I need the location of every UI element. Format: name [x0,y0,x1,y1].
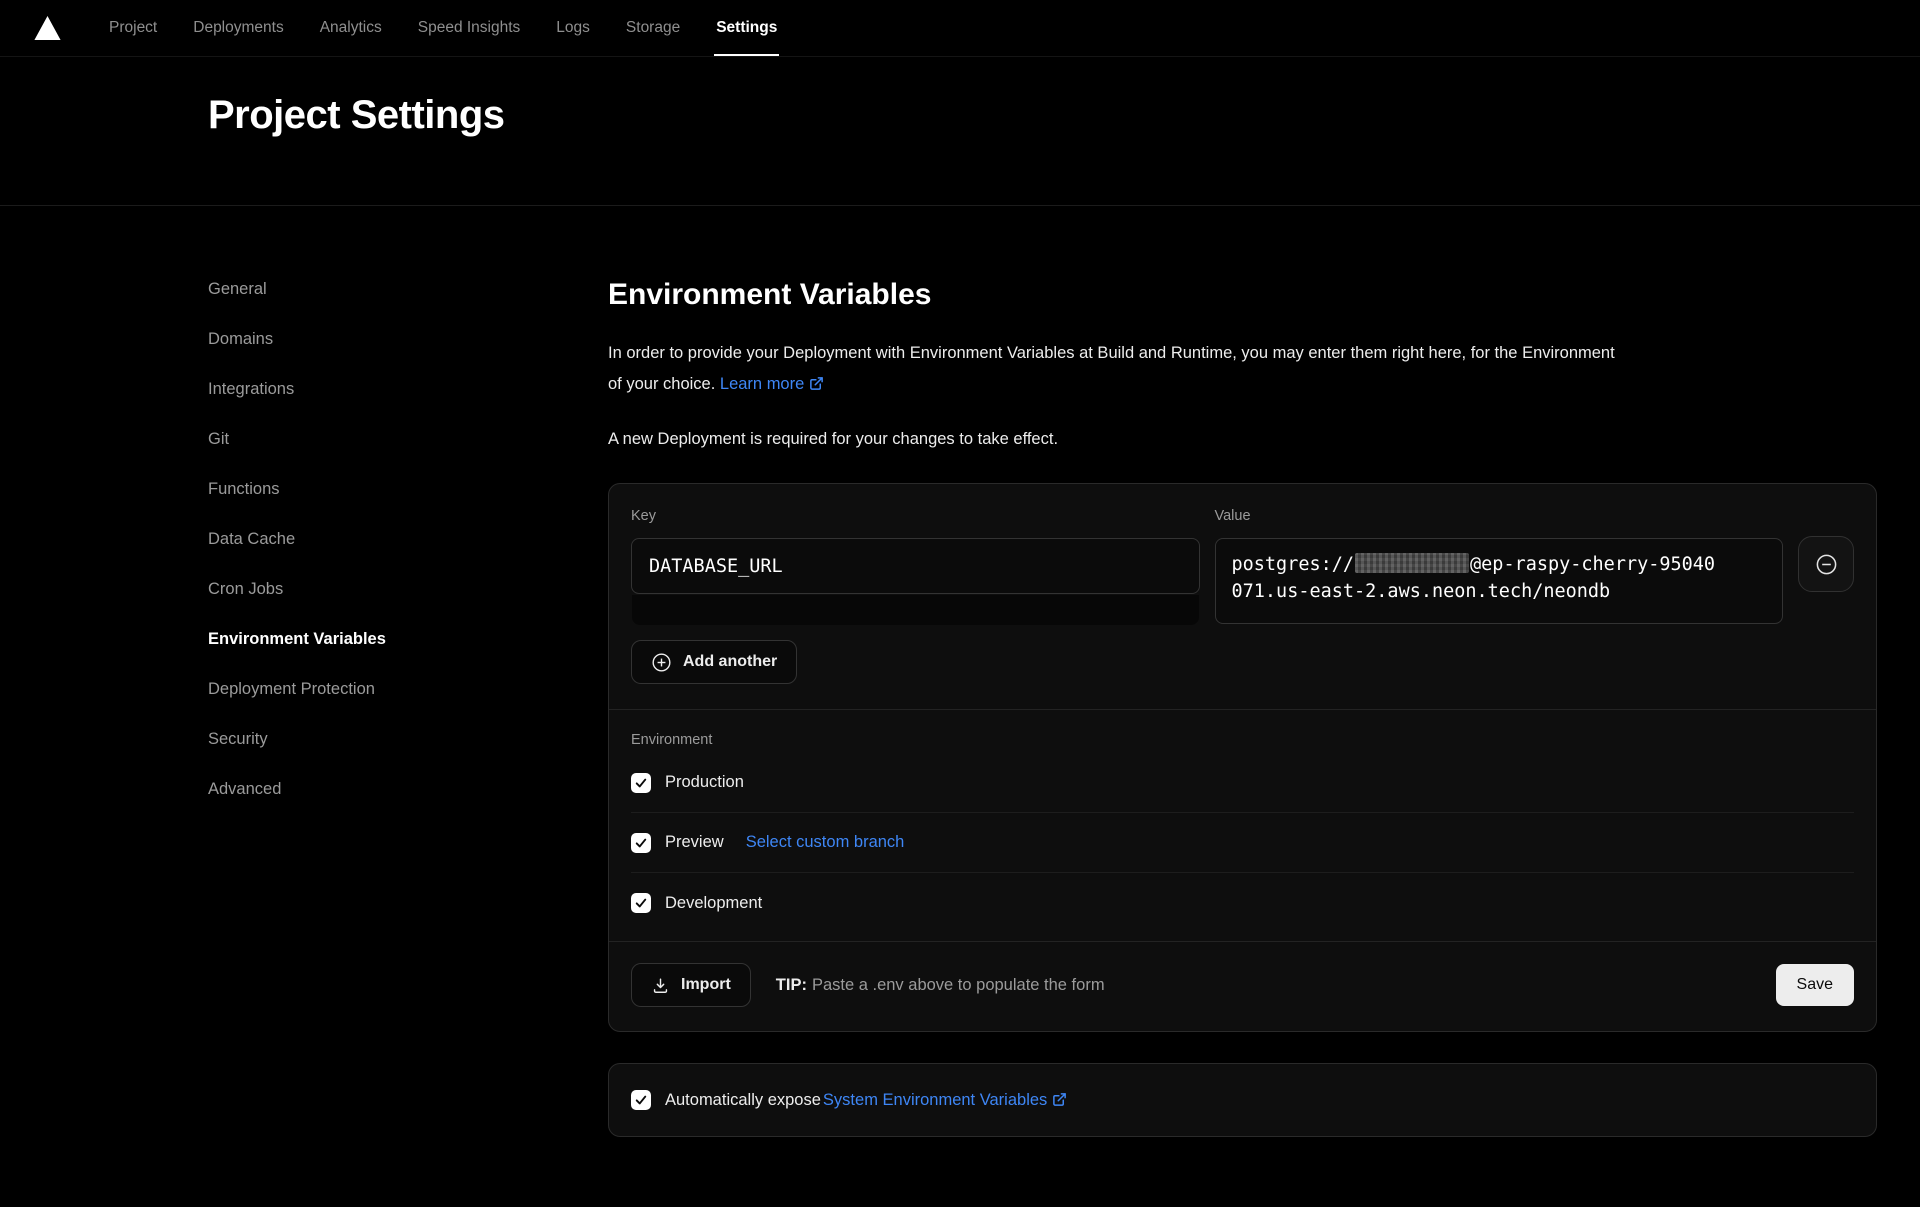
external-link-icon [1052,1092,1067,1107]
tab-speed-insights[interactable]: Speed Insights [400,0,539,56]
auto-expose-card: Automatically expose System Environment … [608,1063,1877,1137]
sidebar-item-environment-variables[interactable]: Environment Variables [208,628,608,651]
sidebar-item-advanced[interactable]: Advanced [208,778,608,801]
learn-more-link[interactable]: Learn more [720,375,824,393]
nav-tabs: Project Deployments Analytics Speed Insi… [91,0,795,56]
circle-minus-icon [1815,553,1838,576]
preview-checkbox[interactable] [631,833,651,853]
sidebar-item-deployment-protection[interactable]: Deployment Protection [208,678,608,701]
download-icon [651,976,670,995]
auto-expose-text: Automatically expose [665,1091,821,1110]
description-line2: of your choice. [608,375,715,393]
env-var-form-card: Key DATABASE_URL Value postgres:// @ep-ra… [608,483,1877,1032]
sidebar-item-security[interactable]: Security [208,728,608,751]
redacted-credentials-block [1355,553,1469,573]
redeploy-note: A new Deployment is required for your ch… [608,430,1877,449]
card-footer: Import TIP:Paste a .env above to populat… [631,942,1854,1007]
sidebar-item-cron-jobs[interactable]: Cron Jobs [208,578,608,601]
external-link-icon [809,376,824,391]
sidebar-item-git[interactable]: Git [208,428,608,451]
tab-storage[interactable]: Storage [608,0,698,56]
key-field-group: Key DATABASE_URL [631,504,1200,625]
circle-plus-icon [651,652,672,673]
add-another-button[interactable]: Add another [631,640,797,684]
tab-project[interactable]: Project [91,0,175,56]
checkmark-icon [635,1094,647,1106]
tab-logs[interactable]: Logs [538,0,608,56]
checkmark-icon [635,897,647,909]
system-env-vars-link[interactable]: System Environment Variables [823,1091,1067,1110]
env-row-preview: Preview Select custom branch [631,813,1854,873]
value-prefix: postgres:// [1232,554,1355,575]
tab-deployments[interactable]: Deployments [175,0,301,56]
environment-variables-section: Environment Variables In order to provid… [608,278,1877,1137]
key-input[interactable]: DATABASE_URL [631,538,1200,594]
section-description: In order to provide your Deployment with… [608,338,1877,400]
card-divider [609,709,1876,710]
sidebar-item-integrations[interactable]: Integrations [208,378,608,401]
vercel-logo-icon[interactable] [34,0,61,56]
value-input[interactable]: postgres:// @ep-raspy-cherry-95040 071.us-… [1215,538,1784,624]
tab-settings[interactable]: Settings [698,0,795,56]
env-row-development: Development [631,873,1854,933]
remove-cell [1798,504,1854,625]
import-button[interactable]: Import [631,963,751,1007]
key-label: Key [631,508,1200,524]
tab-analytics[interactable]: Analytics [302,0,400,56]
key-suggestion-panel [632,595,1199,625]
auto-expose-checkbox[interactable] [631,1090,651,1110]
preview-label: Preview [665,833,724,852]
section-heading: Environment Variables [608,278,1877,312]
page-title: Project Settings [208,93,1920,138]
description-line1: In order to provide your Deployment with… [608,344,1615,362]
tip-text: TIP:Paste a .env above to populate the f… [776,976,1105,995]
page-header: Project Settings [0,57,1920,206]
sidebar-item-domains[interactable]: Domains [208,328,608,351]
checkmark-icon [635,837,647,849]
production-checkbox[interactable] [631,773,651,793]
value-field-group: Value postgres:// @ep-raspy-cherry-95040 0… [1215,504,1784,625]
select-custom-branch-link[interactable]: Select custom branch [746,833,905,852]
save-button[interactable]: Save [1776,964,1854,1006]
value-label: Value [1215,508,1784,524]
production-label: Production [665,773,744,792]
environment-label: Environment [631,732,1854,748]
checkmark-icon [635,777,647,789]
remove-row-button[interactable] [1798,536,1854,592]
environment-rows: Production Preview Select custom branch … [631,753,1854,933]
top-navigation: Project Deployments Analytics Speed Insi… [0,0,1920,57]
env-row-production: Production [631,753,1854,813]
development-checkbox[interactable] [631,893,651,913]
sidebar-item-data-cache[interactable]: Data Cache [208,528,608,551]
sidebar-item-functions[interactable]: Functions [208,478,608,501]
value-line1-rest: @ep-raspy-cherry-95040 [1470,554,1715,575]
development-label: Development [665,894,762,913]
sidebar-item-general[interactable]: General [208,278,608,301]
value-line2: 071.us-east-2.aws.neon.tech/neondb [1232,581,1611,602]
settings-sidebar: General Domains Integrations Git Functio… [208,278,608,1137]
